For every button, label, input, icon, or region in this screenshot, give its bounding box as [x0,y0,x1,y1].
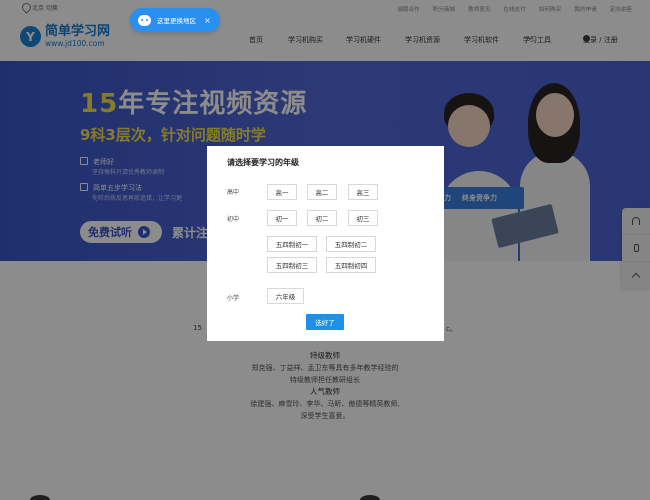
grade-option[interactable]: 六年级 [267,288,304,304]
group-label-high-school: 高中 [227,189,240,196]
region-toast[interactable]: 这里更换地区 × [130,8,220,32]
close-icon[interactable]: × [204,16,211,25]
modal-title: 请选择要学习的年级 [227,158,299,167]
confirm-button[interactable]: 选好了 [306,314,344,330]
grade-option[interactable]: 五四制初二 [326,236,376,252]
grade-option[interactable]: 高二 [307,184,337,200]
toast-text: 这里更换地区 [157,17,196,25]
grade-option[interactable]: 五四制初四 [326,257,376,273]
group-label-primary-school: 小学 [227,295,240,302]
grade-option[interactable]: 初三 [348,210,378,226]
grade-option[interactable]: 初二 [307,210,337,226]
grade-option[interactable]: 五四制初三 [267,257,317,273]
grade-option[interactable]: 高三 [348,184,378,200]
grade-option[interactable]: 五四制初一 [267,236,317,252]
grade-option[interactable]: 初一 [267,210,297,226]
grade-select-modal: 请选择要学习的年级 高中 高一 高二 高三 初中 初一 初二 初三 五四制初一 … [207,146,444,341]
group-label-middle-school: 初中 [227,216,240,223]
grade-option[interactable]: 高一 [267,184,297,200]
robot-icon [138,14,151,26]
